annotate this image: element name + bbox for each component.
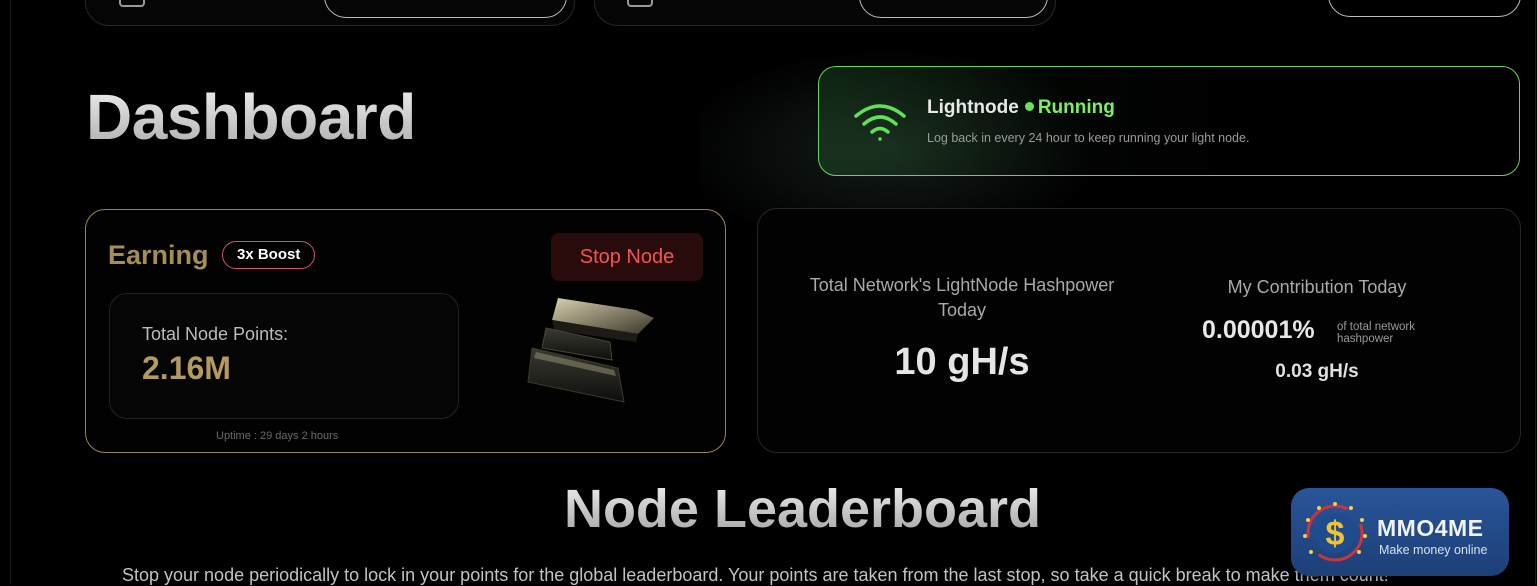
status-line: Lightnode Running	[927, 97, 1115, 119]
top-card-2-button[interactable]	[859, 0, 1048, 18]
wifi-icon	[854, 104, 906, 141]
node-name: Lightnode	[927, 97, 1019, 118]
watermark-name: MMO4ME	[1377, 515, 1484, 541]
watermark-badge: $ MMO4ME Make money online	[1291, 488, 1509, 576]
status-note: Log back in every 24 hour to keep runnin…	[927, 131, 1250, 145]
top-card-2	[594, 0, 1056, 26]
points-label: Total Node Points:	[142, 324, 289, 344]
card-icon	[119, 0, 145, 7]
network-hashpower-label: Total Network's LightNode Hashpower Toda…	[809, 275, 1115, 320]
my-contribution-note: of total network hashpower	[1337, 321, 1415, 345]
top-card-3-button[interactable]	[1328, 0, 1521, 17]
status-running-label: Running	[1037, 97, 1115, 118]
my-contribution-percent: 0.00001%	[1202, 316, 1315, 344]
boost-badge: 3x Boost	[222, 241, 316, 269]
page-title: Dashboard	[86, 81, 416, 153]
lightnode-status-card: Lightnode Running Log back in every 24 ho…	[818, 66, 1520, 176]
svg-text:$: $	[1326, 515, 1345, 553]
status-dot	[1024, 102, 1034, 112]
node-logo-icon	[527, 298, 654, 403]
top-card-1-button[interactable]	[324, 0, 567, 18]
watermark-tagline: Make money online	[1379, 543, 1488, 557]
top-card-1	[85, 0, 575, 26]
dollar-logo-icon: $	[1303, 502, 1367, 562]
leaderboard-description: Stop your node periodically to lock in y…	[122, 565, 1389, 585]
card-icon	[627, 0, 653, 7]
my-contribution-label: My Contribution Today	[1227, 277, 1407, 297]
my-contribution-hashpower: 0.03 gH/s	[1275, 361, 1359, 382]
uptime-label: Uptime : 29 days 2 hours	[216, 430, 339, 442]
network-hashpower-value: 10 gH/s	[894, 341, 1030, 383]
node-points-box: Total Node Points: 2.16M	[109, 293, 459, 419]
stop-node-button[interactable]: Stop Node	[551, 233, 703, 281]
earning-card: Earning 3x Boost Stop Node Total Node Po…	[85, 209, 726, 453]
hashpower-card: Total Network's LightNode Hashpower Toda…	[757, 208, 1521, 453]
points-value: 2.16M	[142, 350, 231, 386]
earning-title: Earning	[108, 240, 209, 270]
